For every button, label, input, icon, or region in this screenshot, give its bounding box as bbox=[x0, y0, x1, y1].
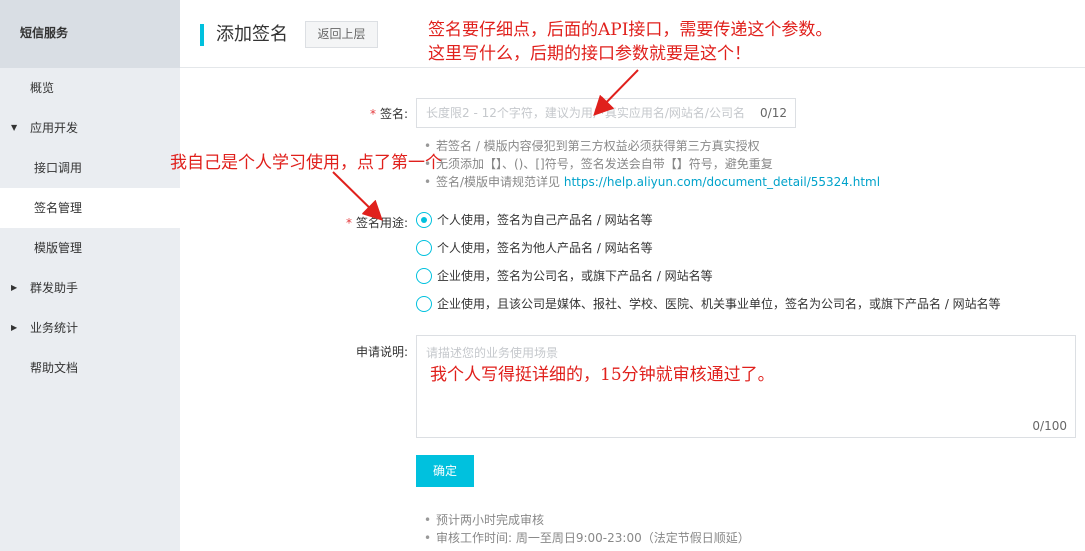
signature-label: * 签名: bbox=[369, 107, 408, 121]
submit-button[interactable]: 确定 bbox=[416, 455, 474, 487]
sidebar-item-label: 签名管理 bbox=[34, 201, 83, 215]
title-accent-bar bbox=[200, 24, 204, 46]
sidebar: 短信服务 概览 ▼ 应用开发 接口调用 签名管理 模版管理 ▶ 群发助手 ▶ 业… bbox=[0, 0, 180, 551]
tip-item: 签名/模版申请规范详见 https://help.aliyun.com/docu… bbox=[424, 173, 880, 191]
sidebar-item-label: 应用开发 bbox=[30, 121, 79, 135]
sidebar-item-overview[interactable]: 概览 bbox=[0, 68, 180, 108]
sidebar-item-templates[interactable]: 模版管理 bbox=[0, 228, 180, 268]
signature-tips: 若签名 / 模版内容侵犯到第三方权益必须获得第三方真实授权 无须添加【】、()、… bbox=[424, 137, 880, 191]
radio-icon[interactable] bbox=[416, 296, 432, 312]
sidebar-item-signatures[interactable]: 签名管理 bbox=[0, 188, 180, 228]
sidebar-item-statistics[interactable]: ▶ 业务统计 bbox=[0, 308, 180, 348]
sidebar-item-label: 群发助手 bbox=[30, 281, 79, 295]
sidebar-item-bulk-send[interactable]: ▶ 群发助手 bbox=[0, 268, 180, 308]
signature-input[interactable]: 长度限2 - 12个字符，建议为用户真实应用名/网站名/公司名 0/12 bbox=[416, 98, 796, 128]
signature-char-count: 0/12 bbox=[760, 106, 787, 120]
description-char-count: 0/100 bbox=[1032, 419, 1067, 433]
tip-item: 预计两小时完成审核 bbox=[424, 511, 750, 529]
annotation-usage-note: 我自己是个人学习使用，点了第一个 bbox=[170, 153, 442, 173]
radio-icon[interactable] bbox=[416, 240, 432, 256]
description-label: 申请说明: bbox=[355, 345, 408, 359]
required-marker: * bbox=[369, 107, 376, 121]
tip-item: 审核工作时间: 周一至周日9:00-23:00（法定节假日顺延） bbox=[424, 529, 750, 547]
tip-item: 无须添加【】、()、[]符号，签名发送会自带【】符号，避免重复 bbox=[424, 155, 880, 173]
caret-right-icon: ▶ bbox=[11, 283, 18, 292]
usage-label: * 签名用途: bbox=[345, 216, 408, 230]
arrow-to-usage bbox=[332, 171, 383, 221]
caret-down-icon: ▼ bbox=[11, 123, 18, 132]
tip-item: 若签名 / 模版内容侵犯到第三方权益必须获得第三方真实授权 bbox=[424, 137, 880, 155]
review-tips: 预计两小时完成审核 审核工作时间: 周一至周日9:00-23:00（法定节假日顺… bbox=[424, 511, 750, 547]
sidebar-item-api[interactable]: 接口调用 bbox=[0, 148, 180, 188]
sidebar-item-label: 接口调用 bbox=[34, 161, 83, 175]
sidebar-header: 短信服务 bbox=[0, 0, 180, 68]
required-marker: * bbox=[345, 216, 352, 230]
caret-right-icon: ▶ bbox=[11, 323, 18, 332]
sidebar-item-label: 业务统计 bbox=[30, 321, 79, 335]
radio-checked-icon[interactable] bbox=[416, 212, 432, 228]
annotation-description-note: 我个人写得挺详细的，15分钟就审核通过了。 bbox=[430, 365, 775, 385]
annotation-api-note: 签名要仔细点，后面的API接口，需要传递这个参数。 这里写什么，后期的接口参数就… bbox=[428, 20, 833, 64]
back-button[interactable]: 返回上层 bbox=[305, 21, 378, 48]
signature-placeholder: 长度限2 - 12个字符，建议为用户真实应用名/网站名/公司名 bbox=[426, 106, 745, 120]
sidebar-item-app-dev[interactable]: ▼ 应用开发 bbox=[0, 108, 180, 148]
spec-link[interactable]: https://help.aliyun.com/document_detail/… bbox=[564, 175, 880, 189]
sidebar-item-label: 概览 bbox=[30, 81, 55, 95]
radio-icon[interactable] bbox=[416, 268, 432, 284]
description-placeholder: 请描述您的业务使用场景 bbox=[426, 346, 559, 360]
sidebar-item-help[interactable]: 帮助文档 bbox=[0, 348, 180, 388]
sidebar-item-label: 帮助文档 bbox=[30, 361, 79, 375]
sidebar-item-label: 模版管理 bbox=[34, 241, 83, 255]
page-title: 添加签名 bbox=[216, 24, 288, 45]
description-textarea[interactable]: 请描述您的业务使用场景 0/100 bbox=[416, 335, 1076, 438]
